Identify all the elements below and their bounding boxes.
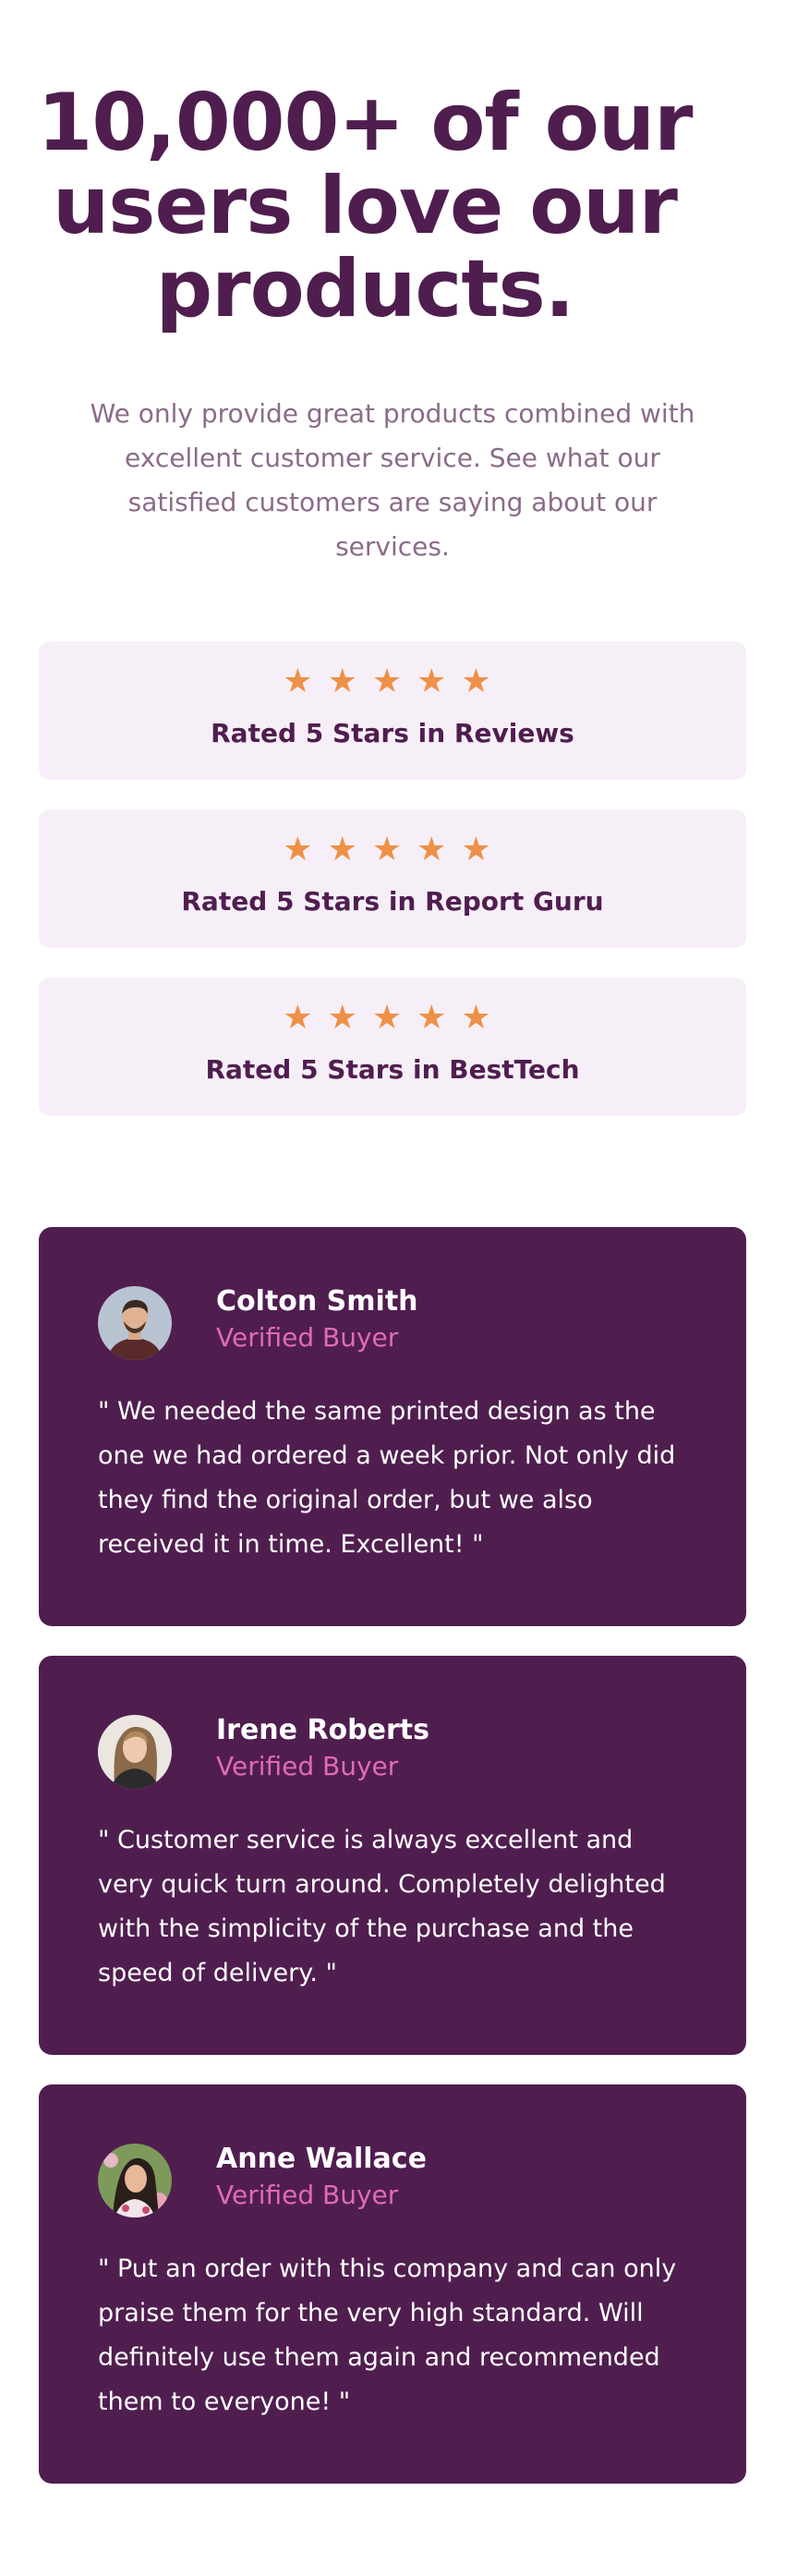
star-icon: ★ [417, 662, 458, 700]
star-icon: ★ [417, 999, 458, 1037]
avatar-image [98, 1286, 172, 1360]
testimonial-card: Anne Wallace Verified Buyer " Put an ord… [39, 2084, 746, 2484]
star-icon: ★ [371, 999, 414, 1037]
star-icon: ★ [461, 662, 502, 700]
review-text: " Customer service is always excellent a… [98, 1826, 666, 1987]
reviewer-name: Irene Roberts [216, 1714, 429, 1746]
rating-label: Rated 5 Stars in Report Guru [181, 886, 604, 917]
verified-badge: Verified Buyer [216, 2180, 399, 2210]
star-rating: ★ ★ ★ ★ ★ [39, 663, 746, 700]
star-icon: ★ [417, 831, 458, 869]
rating-card-besttech: ★ ★ ★ ★ ★ Rated 5 Stars in BestTech [39, 978, 746, 1116]
star-icon: ★ [327, 662, 368, 700]
rating-label: Rated 5 Stars in BestTech [205, 1054, 580, 1085]
star-icon: ★ [283, 662, 324, 700]
star-icon: ★ [371, 662, 414, 700]
review-text: " We needed the same printed design as t… [98, 1397, 676, 1559]
reviewer-name: Anne Wallace [216, 2143, 427, 2175]
star-icon: ★ [283, 831, 324, 869]
avatar-image [98, 2144, 172, 2218]
star-rating: ★ ★ ★ ★ ★ [39, 1000, 746, 1037]
avatar [98, 1715, 172, 1789]
rating-card-report-guru: ★ ★ ★ ★ ★ Rated 5 Stars in Report Guru [39, 809, 746, 948]
star-icon: ★ [283, 999, 324, 1037]
avatar [98, 1286, 172, 1360]
star-icon: ★ [461, 999, 502, 1037]
star-icon: ★ [461, 831, 502, 869]
review-text: " Put an order with this company and can… [98, 2254, 677, 2416]
rating-label: Rated 5 Stars in Reviews [211, 718, 574, 748]
avatar-image [98, 1715, 172, 1789]
star-rating: ★ ★ ★ ★ ★ [39, 832, 746, 869]
verified-badge: Verified Buyer [216, 1751, 399, 1781]
star-icon: ★ [371, 831, 414, 869]
avatar [98, 2144, 172, 2218]
reviewer-name: Colton Smith [216, 1285, 418, 1318]
testimonial-card: Irene Roberts Verified Buyer " Customer … [39, 1656, 746, 2055]
page-description: We only provide great products combined … [90, 398, 695, 562]
star-icon: ★ [327, 999, 368, 1037]
verified-badge: Verified Buyer [216, 1322, 399, 1353]
testimonial-card: Colton Smith Verified Buyer " We needed … [39, 1227, 746, 1626]
page-title: 10,000+ of our users love our products. [37, 77, 693, 335]
star-icon: ★ [327, 831, 368, 869]
rating-card-reviews: ★ ★ ★ ★ ★ Rated 5 Stars in Reviews [39, 641, 746, 780]
